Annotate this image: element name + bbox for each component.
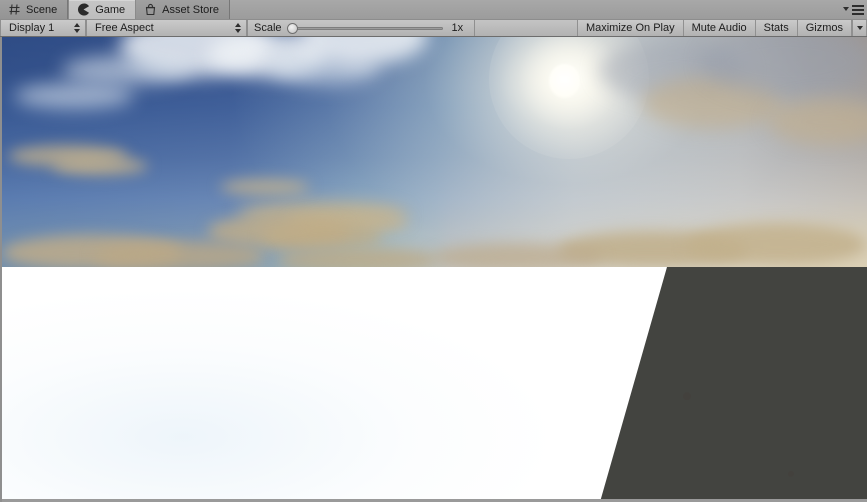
scale-slider-handle[interactable]	[286, 22, 298, 34]
tab-scene[interactable]: Scene	[0, 0, 69, 19]
maximize-on-play-button[interactable]: Maximize On Play	[576, 20, 684, 36]
mute-audio-label: Mute Audio	[691, 22, 747, 34]
scale-control-group: Scale 1x	[247, 20, 475, 36]
updown-arrows-icon	[235, 23, 242, 33]
mute-audio-button[interactable]: Mute Audio	[683, 20, 756, 36]
tab-game[interactable]: Game	[68, 0, 137, 19]
updown-arrows-icon	[74, 23, 81, 33]
display-selector-label: Display 1	[9, 22, 55, 34]
tab-game-label: Game	[95, 3, 126, 16]
gizmos-dropdown-button[interactable]	[852, 20, 867, 36]
scale-label: Scale	[254, 22, 282, 34]
game-pacman-icon	[77, 3, 90, 16]
tab-bar-filler	[230, 0, 867, 19]
menu-lines-glyph	[852, 5, 864, 15]
tab-scene-label: Scene	[26, 3, 58, 16]
stats-button[interactable]: Stats	[755, 20, 798, 36]
sun-disc	[549, 64, 580, 98]
scale-value-label: 1x	[451, 22, 464, 34]
unity-editor-window: Scene Game Asset Store Display 1 Free As…	[0, 0, 867, 502]
tab-asset-store-label: Asset Store	[162, 3, 220, 16]
aspect-ratio-label: Free Aspect	[95, 22, 154, 34]
menu-arrow-glyph	[843, 7, 849, 11]
gizmos-label: Gizmos	[805, 22, 843, 34]
game-view-canvas	[2, 37, 867, 502]
game-view-toolbar: Display 1 Free Aspect Scale 1x Maximize …	[0, 19, 867, 37]
view-options-menu-icon[interactable]	[842, 3, 864, 16]
maximize-on-play-label: Maximize On Play	[585, 22, 675, 34]
stats-label: Stats	[763, 22, 789, 34]
tab-asset-store[interactable]: Asset Store	[136, 0, 231, 19]
scene-grid-icon	[8, 3, 21, 16]
game-view-render-area[interactable]	[0, 37, 867, 502]
display-selector[interactable]: Display 1	[0, 20, 86, 36]
cloud-shape	[686, 223, 866, 265]
chevron-down-icon	[857, 26, 863, 30]
view-tab-bar: Scene Game Asset Store	[0, 0, 867, 19]
shopping-bag-icon	[144, 3, 157, 16]
scale-slider[interactable]	[286, 22, 443, 34]
aspect-ratio-selector[interactable]: Free Aspect	[86, 20, 247, 36]
gizmos-button[interactable]: Gizmos	[797, 20, 852, 36]
cloud-shape	[262, 223, 382, 249]
